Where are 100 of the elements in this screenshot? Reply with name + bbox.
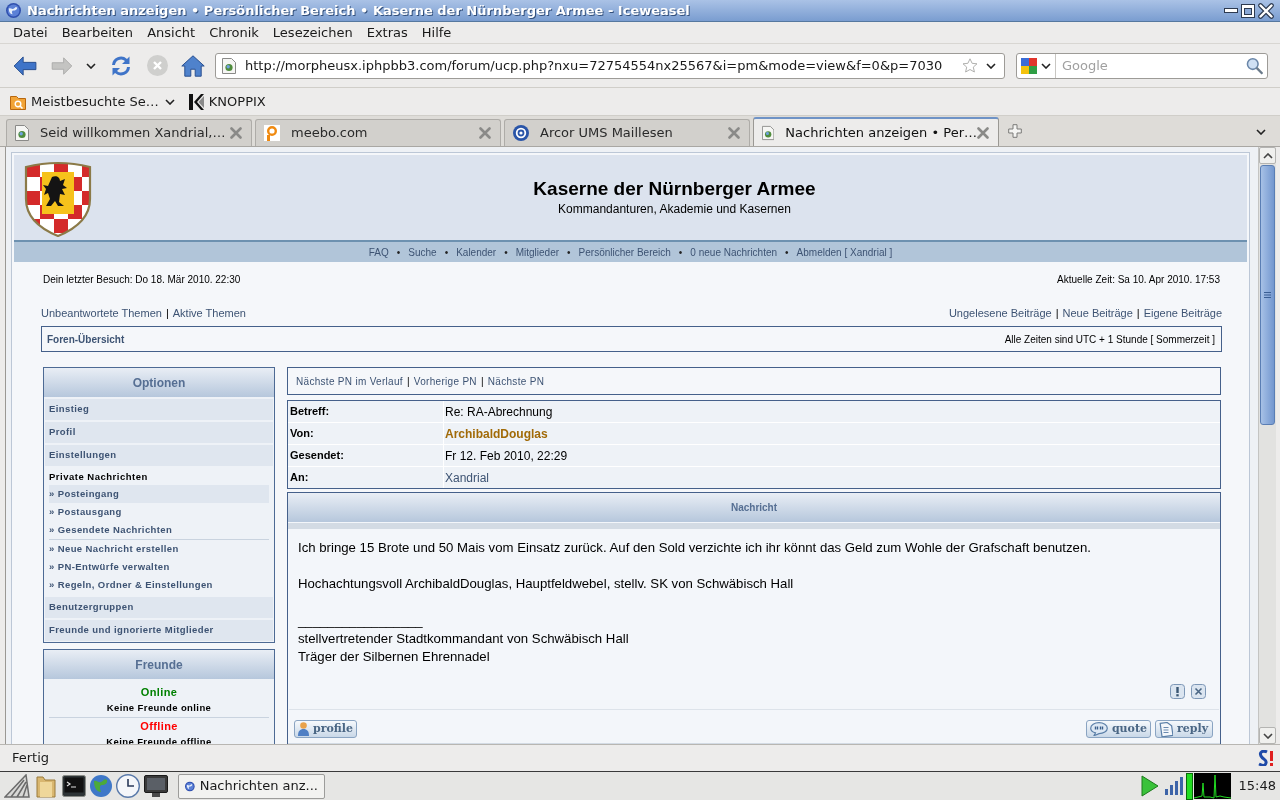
minimize-icon[interactable]: [1224, 8, 1238, 13]
stop-icon: [146, 55, 168, 76]
sidebar-link[interactable]: Einstellungen: [45, 445, 273, 466]
breadcrumb-link[interactable]: Foren-Übersicht: [47, 331, 125, 347]
browser-tab[interactable]: Arcor UMS Maillesen: [504, 119, 750, 146]
cpu-graph-icon: [1193, 773, 1231, 799]
pm-nav-link[interactable]: Nächste PN: [487, 373, 545, 389]
sidebar-link[interactable]: Profil: [45, 422, 273, 443]
reply-button[interactable]: reply: [1155, 720, 1213, 738]
sidebar-sublink[interactable]: » Neue Nachricht erstellen: [49, 540, 269, 558]
signature-rule: _________________: [298, 612, 423, 630]
scroll-up-button[interactable]: [1259, 147, 1276, 164]
addon-logo-icon[interactable]: [1258, 750, 1274, 766]
delete-icon[interactable]: [1191, 684, 1206, 699]
header-label-cell: An:: [288, 467, 443, 488]
taskbar-task-button[interactable]: Nachrichten anz...: [178, 773, 325, 799]
sidebar-sublink[interactable]: » Regeln, Ordner & Einstellungen: [49, 576, 269, 594]
link-separator: •: [504, 245, 508, 260]
link-separator: |: [1136, 306, 1140, 320]
monitor-icon[interactable]: [144, 775, 168, 797]
star-icon[interactable]: [962, 58, 978, 73]
browser-tab[interactable]: meebo.com: [255, 119, 501, 146]
search-engine-icon: [1021, 57, 1037, 74]
quote-button[interactable]: quote: [1085, 720, 1151, 738]
quick-link[interactable]: Unbeantwortete Themen: [41, 306, 162, 320]
search-field[interactable]: Google: [1016, 52, 1268, 79]
nav-link[interactable]: Mitglieder: [515, 244, 560, 260]
maximize-icon[interactable]: [1241, 3, 1255, 18]
terminal-icon[interactable]: [62, 775, 86, 797]
sidebar-sublink[interactable]: » Gesendete Nachrichten: [49, 521, 269, 539]
link-separator: |: [406, 374, 410, 389]
sidebar-sublink[interactable]: » Posteingang: [49, 485, 269, 503]
forum-subtitle: Kommandanturen, Akademie und Kasernen: [558, 201, 791, 217]
grip-icon: [1264, 292, 1271, 298]
close-icon[interactable]: [1258, 2, 1274, 19]
search-icon[interactable]: [1245, 56, 1263, 75]
new-tab-icon[interactable]: [1008, 124, 1022, 138]
search-input[interactable]: Google: [1062, 55, 1246, 76]
folder-icon: [10, 93, 26, 110]
quick-link[interactable]: Eigene Beiträge: [1143, 306, 1222, 320]
pin-icon: [264, 125, 280, 141]
chevron-down-icon: [164, 98, 175, 105]
menu-item[interactable]: Lesezeichen: [265, 23, 360, 42]
signature-line: Träger der Silbernen Ehrennadel: [298, 648, 490, 666]
scroll-thumb[interactable]: [1260, 165, 1275, 425]
browser-tab[interactable]: Seid willkommen Xandrial,…: [6, 119, 252, 146]
menu-item[interactable]: Ansicht: [140, 23, 203, 42]
arrow-left-icon: [13, 55, 37, 76]
sidebar-link[interactable]: Freunde und ignorierte Mitglieder: [45, 620, 273, 641]
sidebar-sublink[interactable]: » PN-Entwürfe verwalten: [49, 558, 269, 576]
play-icon[interactable]: [1140, 775, 1159, 797]
chevron-down-icon: [1262, 732, 1273, 739]
sidebar-link[interactable]: Benutzergruppen: [45, 597, 273, 618]
menu-item[interactable]: Hilfe: [414, 23, 459, 42]
back-button[interactable]: [12, 53, 38, 78]
level-meter-icon: [1185, 772, 1193, 800]
friends-status-label: Online: [140, 685, 178, 699]
signal-bars-icon[interactable]: [1164, 777, 1183, 795]
pm-nav-link[interactable]: Vorherige PN: [413, 373, 477, 389]
menu-item[interactable]: Bearbeiten: [54, 23, 141, 42]
target-icon: [513, 125, 529, 141]
nav-link[interactable]: Kalender: [456, 244, 497, 260]
nav-link[interactable]: Abmelden [ Xandrial ]: [796, 244, 893, 260]
quick-link[interactable]: Aktive Themen: [172, 306, 246, 320]
panel-header: Freunde: [44, 650, 274, 679]
quick-link[interactable]: Neue Beiträge: [1062, 306, 1133, 320]
menu-item[interactable]: Extras: [359, 23, 415, 42]
address-field[interactable]: http://morpheusx.iphpbb3.com/forum/ucp.php?nxu=72754554nx25567&i=pm&mode=view&f=0&p=7030: [215, 52, 1005, 79]
home-button[interactable]: [180, 53, 206, 78]
window-title: Nachrichten anzeigen • Persönlicher Bereich • Kaserne der Nürnberger Armee - Iceweasel: [27, 1, 690, 20]
header-value-cell[interactable]: ArchibaldDouglas: [444, 423, 1220, 444]
quick-link[interactable]: Ungelesene Beiträge: [948, 306, 1052, 320]
profile-button[interactable]: profile: [294, 720, 357, 738]
page-icon: [762, 124, 775, 141]
nav-link[interactable]: 0 neue Nachrichten: [690, 244, 778, 260]
bookmark-item[interactable]: KNOPPIX: [188, 90, 266, 113]
scroll-down-button[interactable]: [1259, 727, 1276, 744]
pm-nav-link[interactable]: Nächste PN im Verlauf: [296, 373, 403, 389]
chevron-down-icon: [986, 62, 996, 69]
report-icon[interactable]: [1170, 684, 1185, 699]
header-value-cell[interactable]: Xandrial: [444, 467, 1220, 488]
panel-header: Optionen: [44, 368, 274, 397]
link-separator: •: [567, 245, 571, 260]
menu-item[interactable]: Chronik: [202, 23, 266, 42]
globe-icon[interactable]: [90, 775, 112, 797]
sidebar-heading: Private Nachrichten: [48, 470, 149, 485]
bookmark-item[interactable]: Meistbesuchte Se…: [10, 90, 175, 113]
menu-item[interactable]: Datei: [6, 23, 55, 42]
nav-link[interactable]: FAQ: [368, 244, 389, 260]
browser-tab[interactable]: Nachrichten anzeigen • Per…: [753, 117, 999, 146]
nav-link[interactable]: Suche: [408, 244, 437, 260]
chevron-down-icon: [1041, 62, 1051, 69]
scrollbar[interactable]: [1258, 147, 1276, 744]
clock-icon[interactable]: [116, 774, 140, 798]
sidebar-link[interactable]: Einstieg: [45, 399, 273, 420]
sidebar-sublink[interactable]: » Postausgang: [49, 503, 269, 521]
launcher-fan-icon[interactable]: [4, 774, 30, 798]
status-text: Fertig: [12, 749, 50, 768]
clock-text: 15:48: [1238, 777, 1276, 796]
nav-link[interactable]: Persönlicher Bereich: [578, 244, 671, 260]
